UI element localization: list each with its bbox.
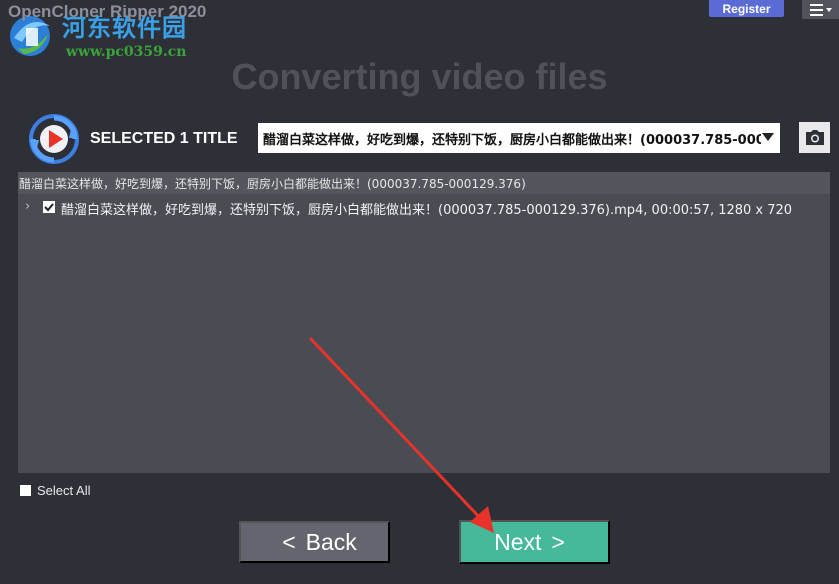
chevron-right-icon: > [551, 528, 565, 555]
title-dropdown[interactable]: 醋溜白菜这样做，好吃到爆，还特别下饭，厨房小白都能做出来！(000037.785… [258, 123, 780, 153]
app-title: OpenCloner Ripper 2020 [8, 2, 207, 21]
chevron-left-icon: < [282, 528, 296, 555]
hamburger-menu-icon [809, 3, 832, 16]
title-list-header[interactable]: 醋溜白菜这样做，好吃到爆，还特别下饭，厨房小白都能做出来！(000037.785… [18, 172, 830, 194]
checkmark-icon [44, 203, 54, 212]
chevron-down-icon [762, 133, 774, 141]
back-button-label: Back [305, 528, 357, 555]
back-button[interactable]: < Back [239, 521, 390, 563]
select-all-label: Select All [37, 483, 91, 498]
item-checkbox[interactable] [43, 201, 55, 213]
next-button-label: Next [494, 528, 542, 555]
select-all-checkbox[interactable] [20, 485, 31, 496]
snapshot-button[interactable] [799, 122, 830, 153]
selected-title-count: SELECTED 1 TITLE [90, 130, 238, 147]
app-window: 河东软件园 www.pc0359.cn OpenCloner Ripper 20… [0, 0, 839, 584]
register-button[interactable]: Register [709, 0, 784, 17]
list-item[interactable]: › 醋溜白菜这样做，好吃到爆，还特别下饭，厨房小白都能做出来！(000037.7… [18, 196, 830, 218]
title-dropdown-value: 醋溜白菜这样做，好吃到爆，还特别下饭，厨房小白都能做出来！(000037.785… [263, 132, 761, 148]
item-label: 醋溜白菜这样做，好吃到爆，还特别下饭，厨房小白都能做出来！(000037.785… [61, 203, 793, 218]
camera-icon [805, 129, 824, 145]
converting-disc-icon [29, 114, 79, 164]
menu-button[interactable] [802, 0, 839, 19]
title-list-panel: 醋溜白菜这样做，好吃到爆，还特别下饭，厨房小白都能做出来！(000037.785… [18, 172, 830, 473]
page-heading: Converting video files [231, 56, 608, 97]
expand-arrow-icon[interactable]: › [25, 199, 30, 214]
next-button[interactable]: Next > [459, 520, 610, 564]
select-all[interactable]: Select All [20, 483, 90, 498]
